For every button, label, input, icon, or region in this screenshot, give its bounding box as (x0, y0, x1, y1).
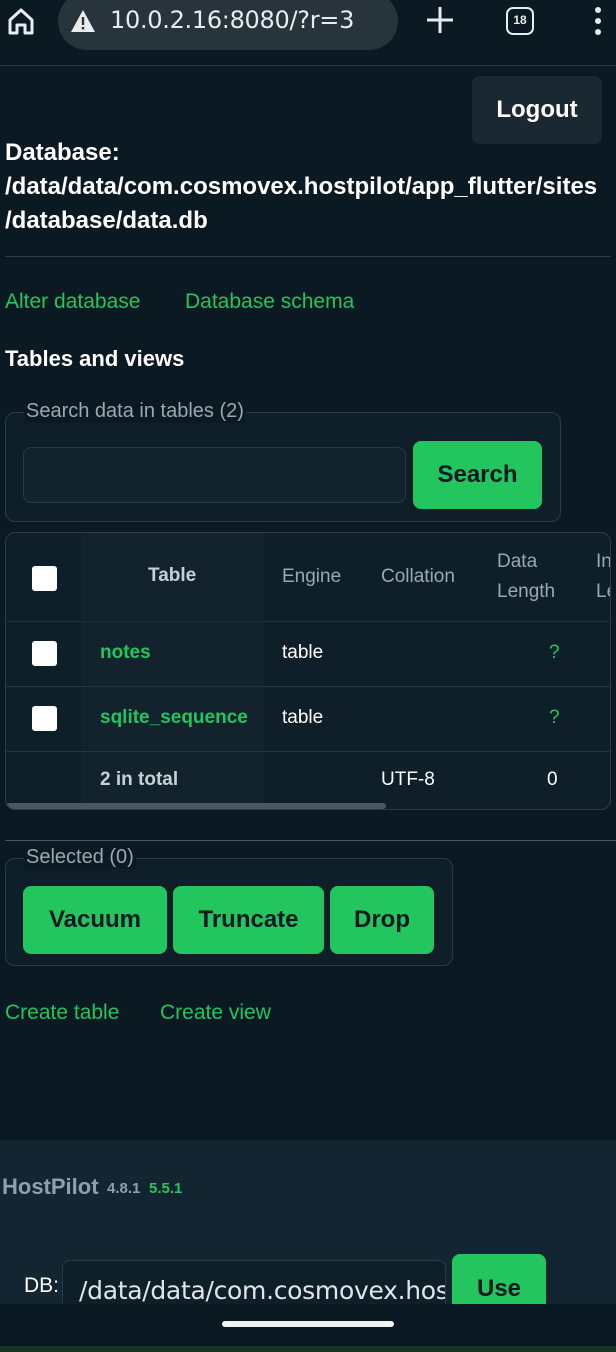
database-path-line1: /data/data/com.cosmovex.hostpilot/app_fl… (5, 173, 598, 200)
selected-legend: Selected (0) (24, 846, 136, 869)
create-view-link[interactable]: Create view (160, 1001, 271, 1025)
db-label: DB: (24, 1274, 60, 1297)
row-divider (6, 686, 610, 687)
row-checkbox[interactable] (32, 641, 57, 666)
new-tab-icon[interactable] (424, 4, 456, 36)
header-data-length-line1[interactable]: Data (497, 547, 537, 577)
header-divider (6, 621, 610, 622)
row-divider (6, 751, 610, 752)
truncate-button[interactable]: Truncate (173, 886, 324, 954)
table-name-link[interactable]: notes (100, 642, 151, 664)
divider (5, 256, 611, 257)
address-bar[interactable]: 10.0.2.16:8080/?r=3 (58, 0, 398, 50)
total-data-length: 0 (547, 769, 558, 790)
search-input[interactable] (23, 447, 406, 503)
select-all-checkbox[interactable] (32, 566, 57, 591)
row-checkbox[interactable] (32, 706, 57, 731)
footer: HostPilot 4.8.1 5.5.1 DB: /data/data/com… (0, 1140, 616, 1324)
total-label: 2 in total (100, 769, 179, 790)
header-index-length-line1[interactable]: In (596, 547, 610, 577)
url-text[interactable]: 10.0.2.16:8080/?r=3 (110, 6, 354, 34)
table-engine: table (282, 707, 324, 728)
table-data-length[interactable]: ? (549, 642, 560, 664)
gesture-handle[interactable] (222, 1321, 394, 1327)
header-index-length-line2[interactable]: Le (596, 577, 610, 607)
header-engine[interactable]: Engine (282, 562, 341, 592)
horizontal-scrollbar[interactable] (6, 803, 386, 809)
database-path: Database: /data/data/com.cosmovex.hostpi… (5, 136, 615, 238)
drop-button[interactable]: Drop (330, 886, 434, 954)
system-navigation-bar (0, 1304, 616, 1352)
search-button[interactable]: Search (413, 441, 542, 509)
tab-switcher-icon[interactable]: 18 (506, 7, 534, 35)
home-icon[interactable] (6, 6, 36, 36)
browser-toolbar: 10.0.2.16:8080/?r=3 18 (0, 0, 616, 66)
table-data-length[interactable]: ? (549, 707, 560, 729)
total-collation: UTF-8 (381, 769, 435, 790)
logout-button[interactable]: Logout (472, 76, 602, 144)
database-label: Database: (5, 139, 120, 166)
create-table-link[interactable]: Create table (5, 1001, 119, 1025)
brand-name[interactable]: HostPilot (2, 1174, 99, 1200)
header-data-length-line2[interactable]: Length (497, 577, 555, 607)
app-version: 4.8.1 (107, 1180, 141, 1197)
nav-bar-edge (0, 1346, 616, 1352)
header-table[interactable]: Table (148, 561, 196, 591)
alter-database-link[interactable]: Alter database (5, 290, 140, 314)
table-engine: table (282, 642, 324, 663)
overflow-menu-icon[interactable] (586, 4, 610, 38)
search-legend: Search data in tables (2) (24, 400, 246, 423)
table-name-link[interactable]: sqlite_sequence (100, 707, 248, 729)
tables-table: Table Engine Collation Data Length In Le… (5, 532, 611, 810)
warning-icon[interactable] (70, 9, 96, 33)
database-schema-link[interactable]: Database schema (185, 290, 354, 314)
vacuum-button[interactable]: Vacuum (23, 886, 167, 954)
db-path-value: /data/data/com.cosmovex.hos (79, 1276, 446, 1305)
divider (5, 840, 616, 841)
latest-version-link[interactable]: 5.5.1 (149, 1180, 182, 1197)
header-collation[interactable]: Collation (381, 562, 455, 592)
database-path-line2: /database/data.db (5, 207, 208, 234)
tables-heading: Tables and views (5, 346, 185, 371)
